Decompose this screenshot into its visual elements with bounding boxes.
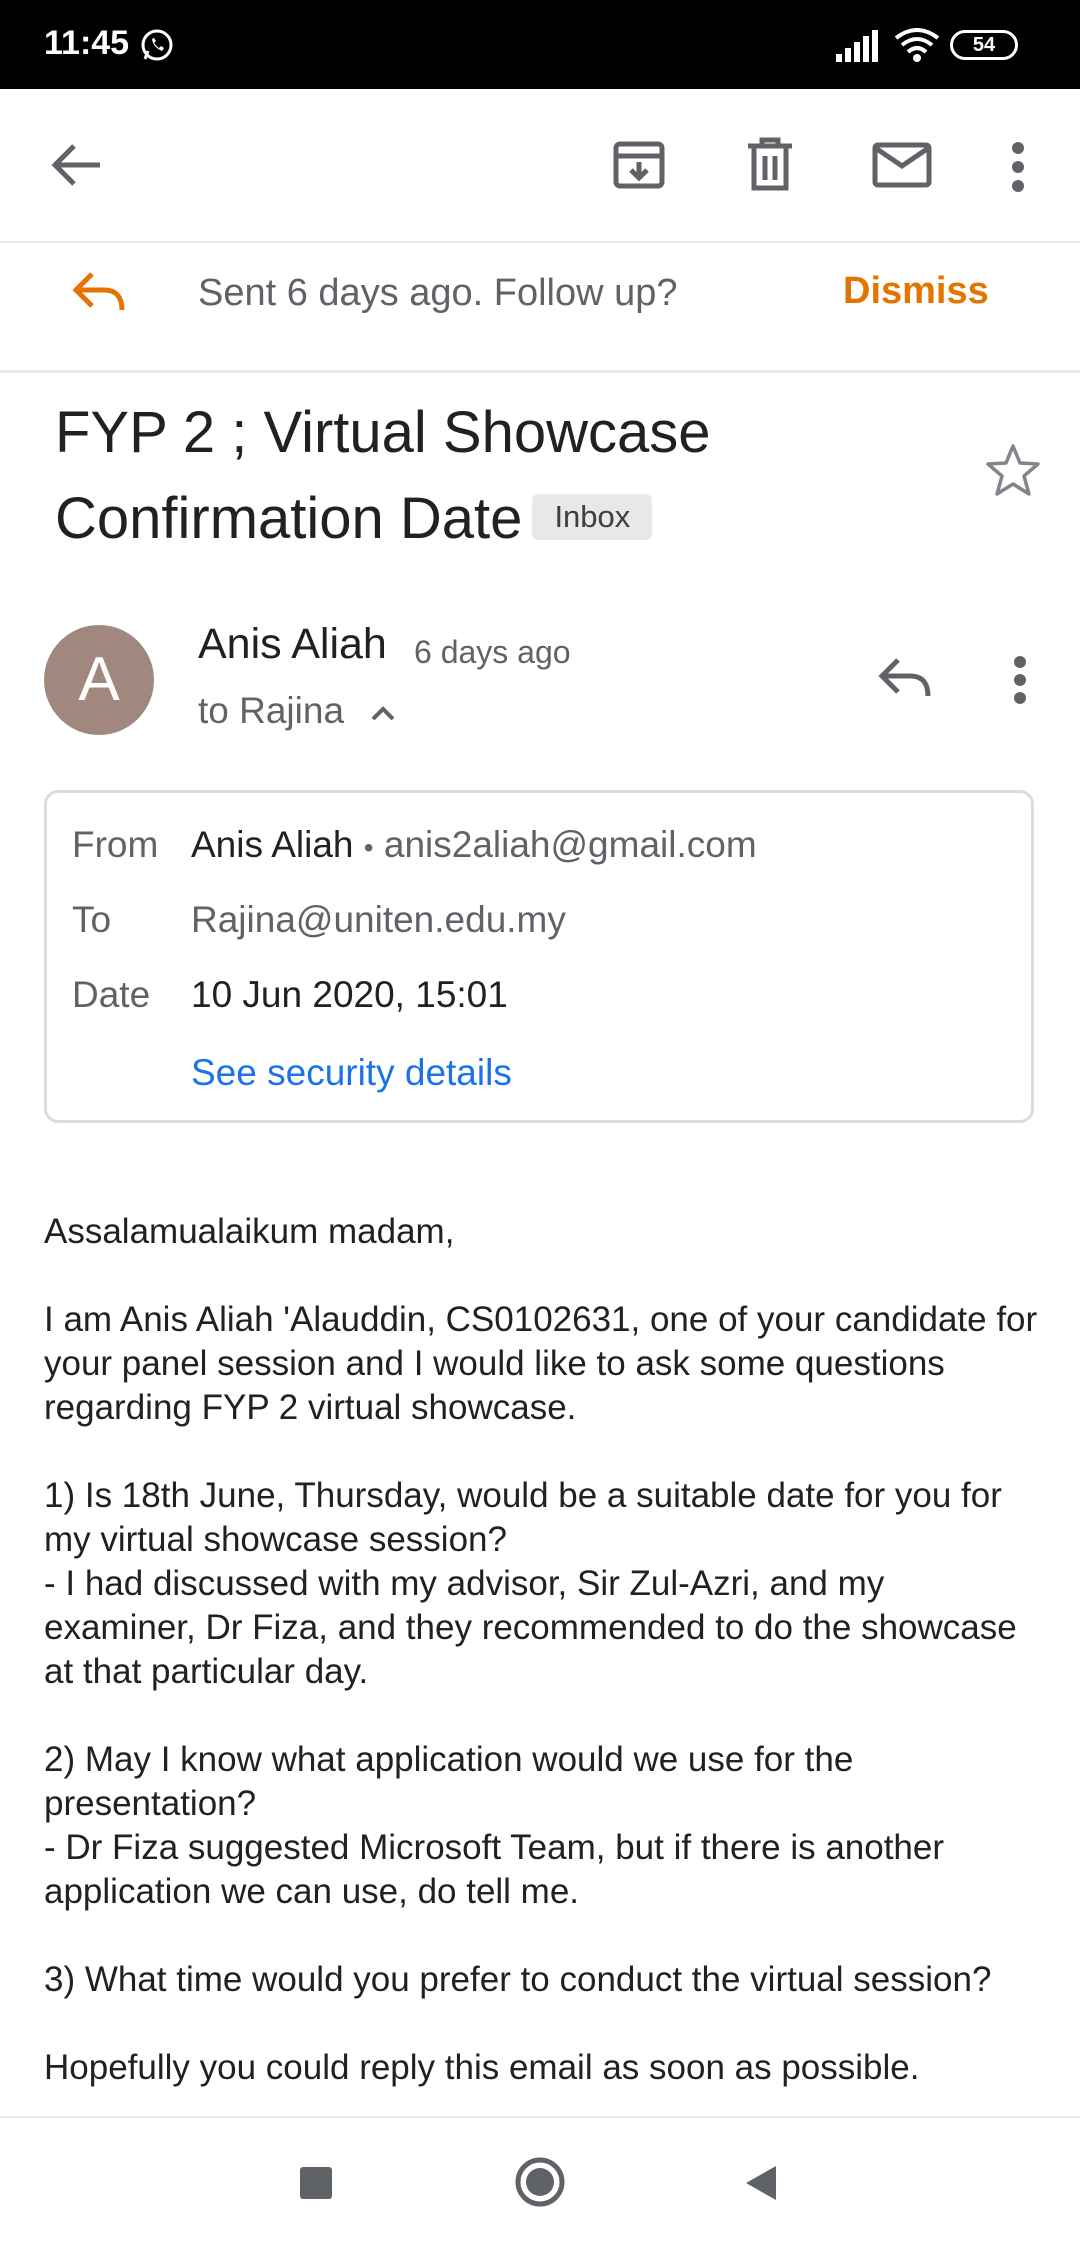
whatsapp-icon	[140, 28, 174, 62]
recipient-text: to Rajina	[198, 690, 345, 731]
dismiss-button[interactable]: Dismiss	[843, 270, 989, 313]
body-question-3: 3) What time would you prefer to conduct…	[44, 1960, 992, 1999]
body-closing: Hopefully you could reply this email as …	[44, 2048, 920, 2087]
recents-icon[interactable]	[299, 2166, 333, 2200]
reply-icon	[878, 658, 931, 697]
subject-line-1: FYP 2 ; Virtual Showcase	[55, 400, 711, 465]
message-more-icon[interactable]	[1012, 656, 1028, 704]
home-icon[interactable]	[514, 2156, 566, 2208]
to-value[interactable]: Rajina@uniten.edu.my	[191, 899, 566, 941]
question-2-text: 2) May I know what application would we …	[44, 1740, 854, 1823]
date-value: 10 Jun 2020, 15:01	[191, 974, 508, 1015]
question-2-note: - Dr Fiza suggested Microsoft Team, but …	[44, 1828, 945, 1911]
security-details-link[interactable]: See security details	[191, 1052, 512, 1094]
arrow-back-icon[interactable]	[48, 140, 104, 190]
from-email[interactable]: anis2aliah@gmail.com	[384, 824, 757, 865]
separator: •	[363, 832, 374, 863]
status-time: 11:45	[44, 24, 130, 62]
chevron-up-icon	[371, 706, 395, 721]
follow-up-text: Sent 6 days ago. Follow up?	[198, 272, 678, 314]
avatar[interactable]: A	[44, 625, 154, 735]
subject-line-2: Confirmation Date	[55, 486, 523, 551]
from-value: Anis Aliah • anis2aliah@gmail.com	[191, 824, 757, 866]
mail-icon[interactable]	[872, 142, 932, 188]
sender-name: Anis Aliah	[198, 620, 387, 668]
sent-time: 6 days ago	[414, 634, 571, 670]
body-intro: I am Anis Aliah 'Alauddin, CS0102631, on…	[44, 1300, 1038, 1427]
back-nav-icon[interactable]	[744, 2164, 778, 2202]
body-question-1: 1) Is 18th June, Thursday, would be a su…	[44, 1474, 1044, 1694]
trash-icon[interactable]	[746, 136, 794, 192]
reply-button[interactable]	[878, 656, 932, 702]
more-vert-icon[interactable]	[1010, 142, 1026, 192]
signal-icon	[836, 30, 880, 62]
wifi-icon	[894, 28, 940, 62]
reply-icon	[72, 270, 126, 316]
email-subject: FYP 2 ; Virtual Showcase Confirmation Da…	[55, 390, 935, 562]
date-label: Date	[72, 974, 151, 1015]
inbox-label-badge[interactable]: Inbox	[532, 493, 653, 540]
archive-icon[interactable]	[612, 138, 666, 192]
star-icon[interactable]	[985, 443, 1041, 497]
body-question-2: 2) May I know what application would we …	[44, 1738, 1044, 1914]
to-label: To	[72, 899, 112, 940]
email-body: Assalamualaikum madam, I am Anis Aliah '…	[44, 1210, 1044, 2115]
question-1-text: 1) Is 18th June, Thursday, would be a su…	[44, 1476, 1002, 1559]
question-1-note: - I had discussed with my advisor, Sir Z…	[44, 1564, 1017, 1691]
from-label: From	[72, 824, 159, 865]
battery-indicator: 54	[950, 30, 1018, 60]
recipient-summary[interactable]: to Rajina	[198, 690, 396, 732]
body-greeting: Assalamualaikum madam,	[44, 1212, 455, 1251]
from-name: Anis Aliah	[191, 824, 354, 865]
